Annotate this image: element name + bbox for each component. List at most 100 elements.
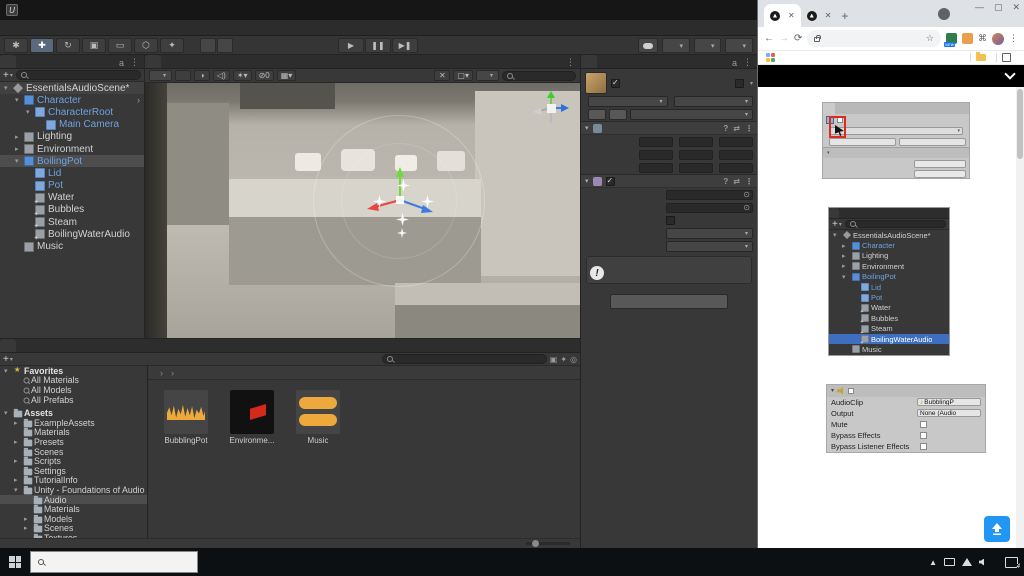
rotation-y-field[interactable] xyxy=(679,150,713,160)
component-menu-icon[interactable]: ⋮ xyxy=(745,124,753,133)
tree-row[interactable]: Bubbles xyxy=(829,313,949,323)
expand-arrow-icon[interactable]: ▾ xyxy=(833,231,842,239)
tree-row[interactable]: Main Camera xyxy=(0,119,144,131)
tree-row[interactable]: ▸ Environment xyxy=(829,261,949,271)
profile-avatar[interactable] xyxy=(992,33,1004,45)
create-add-button[interactable]: + xyxy=(3,70,13,81)
scrollbar-thumb[interactable] xyxy=(1017,89,1023,159)
hand-tool-icon[interactable]: ✱ xyxy=(4,38,28,53)
tree-row[interactable]: All Materials xyxy=(0,376,147,386)
apps-grid-icon[interactable] xyxy=(766,53,775,62)
controller-object-field[interactable] xyxy=(666,190,753,200)
transform-tool-icon[interactable]: ⬡ xyxy=(134,38,158,53)
overrides-dropdown[interactable] xyxy=(630,109,753,120)
close-button[interactable]: ✕ xyxy=(1012,2,1020,13)
cloud-services-icon[interactable] xyxy=(638,38,658,53)
lock-icon[interactable]: a xyxy=(732,58,737,68)
account-dropdown[interactable] xyxy=(662,38,690,53)
asset-item[interactable]: Music xyxy=(290,390,346,445)
expand-arrow-icon[interactable]: ▾ xyxy=(4,367,13,375)
tree-row[interactable]: ▾ Favorites xyxy=(0,366,147,376)
pause-button[interactable]: ❚❚ xyxy=(365,38,391,53)
action-center-icon[interactable] xyxy=(1005,557,1018,568)
expand-arrow-icon[interactable]: ▸ xyxy=(14,457,23,465)
avatar-object-field[interactable] xyxy=(666,203,753,213)
scroll-to-top-button[interactable] xyxy=(984,516,1010,542)
pivot-mode-button[interactable] xyxy=(200,38,216,53)
tree-row[interactable]: Materials xyxy=(0,428,147,438)
start-button[interactable] xyxy=(0,548,30,576)
tree-row[interactable]: ▾ Character › xyxy=(0,94,144,106)
expand-arrow-icon[interactable]: ▸ xyxy=(15,133,24,141)
2d-toggle[interactable] xyxy=(175,70,191,81)
tree-row[interactable]: BoilingWaterAudio xyxy=(0,228,144,240)
tree-row[interactable]: ▸ Models xyxy=(0,514,147,524)
tree-row[interactable]: Bubbles xyxy=(0,204,144,216)
console-tab[interactable] xyxy=(16,339,32,352)
presets-icon[interactable]: ⇄ xyxy=(733,177,740,186)
expand-arrow-icon[interactable]: ▸ xyxy=(14,438,23,446)
forward-icon[interactable]: → xyxy=(779,33,789,44)
tree-row[interactable]: ▸ Environment xyxy=(0,143,144,155)
tree-row[interactable]: Lid xyxy=(0,167,144,179)
expand-arrow-icon[interactable]: ▾ xyxy=(842,273,851,281)
tree-row[interactable]: Settings xyxy=(0,466,147,476)
volume-tray-icon[interactable] xyxy=(979,559,984,566)
position-x-field[interactable] xyxy=(639,137,673,147)
static-dropdown[interactable] xyxy=(735,79,753,88)
browser-tab-active[interactable]: ✕ xyxy=(764,4,801,27)
tree-row[interactable]: Water xyxy=(0,192,144,204)
hidden-packages-icon[interactable]: ◎ xyxy=(570,355,577,364)
taskbar-search-input[interactable] xyxy=(49,557,159,568)
add-component-button[interactable] xyxy=(610,294,728,309)
layout-dropdown[interactable] xyxy=(725,38,753,53)
tree-row[interactable]: Lid xyxy=(829,282,949,292)
tree-row[interactable]: ▾ Unity - Foundations of Audio xyxy=(0,485,147,495)
static-checkbox[interactable] xyxy=(735,79,744,88)
scale-y-field[interactable] xyxy=(679,163,713,173)
shading-mode-dropdown[interactable] xyxy=(149,70,172,81)
tree-row[interactable]: ▸ ExampleAssets xyxy=(0,418,147,428)
browser-menu-icon[interactable]: ⋮ xyxy=(1009,33,1018,44)
tree-row[interactable]: Scenes xyxy=(0,447,147,457)
expand-arrow-icon[interactable]: ▸ xyxy=(24,515,33,523)
tree-row[interactable]: ▸ Scripts xyxy=(0,456,147,466)
scene-orientation-gizmo[interactable] xyxy=(530,89,572,131)
project-tab[interactable] xyxy=(0,339,16,352)
tree-row[interactable]: Music xyxy=(829,344,949,354)
lighting-toggle-icon[interactable]: ◑ xyxy=(194,70,210,81)
custom-tool-icon[interactable]: ✦ xyxy=(160,38,184,53)
close-tab-icon[interactable]: ✕ xyxy=(788,11,795,20)
scale-tool-icon[interactable]: ▣ xyxy=(82,38,106,53)
tree-row[interactable]: ▾ EssentialsAudioScene* xyxy=(829,230,949,240)
gizmos-dropdown[interactable] xyxy=(476,70,499,81)
camera-dropdown-icon[interactable]: ▢▾ xyxy=(453,70,473,81)
help-icon[interactable]: ? xyxy=(723,124,728,133)
tree-row[interactable]: ▾ EssentialsAudioScene* xyxy=(0,82,144,94)
expand-arrow-icon[interactable]: ▾ xyxy=(4,84,13,92)
browser-scrollbar[interactable] xyxy=(1016,87,1024,548)
reload-icon[interactable]: ⟳ xyxy=(794,33,802,44)
extensions-puzzle-icon[interactable]: ⌘ xyxy=(978,33,987,44)
scale-x-field[interactable] xyxy=(639,163,673,173)
layer-dropdown[interactable] xyxy=(674,96,754,107)
tree-row[interactable]: Steam xyxy=(829,324,949,334)
lock-icon[interactable]: a xyxy=(119,58,124,68)
minimize-button[interactable]: — xyxy=(975,2,984,13)
search-by-type-icon[interactable]: ▣ xyxy=(550,355,558,364)
project-search-input[interactable] xyxy=(382,354,547,364)
scale-z-field[interactable] xyxy=(719,163,753,173)
bookmark-star-icon[interactable]: ☆ xyxy=(926,33,934,44)
expand-arrow-icon[interactable]: ▾ xyxy=(15,96,24,104)
network-tray-icon[interactable] xyxy=(962,558,972,566)
asset-item[interactable]: Environme... xyxy=(224,390,280,445)
expand-arrow-icon[interactable]: ▾ xyxy=(26,108,35,116)
handle-space-button[interactable] xyxy=(217,38,233,53)
tag-dropdown[interactable] xyxy=(588,96,668,107)
taskbar-search[interactable] xyxy=(30,551,198,573)
tree-row[interactable]: Water xyxy=(829,303,949,313)
extension-icon[interactable] xyxy=(962,33,973,44)
move-tool-icon[interactable]: ✚ xyxy=(30,38,54,53)
component-menu-icon[interactable]: ⋮ xyxy=(745,177,753,186)
expand-arrow-icon[interactable]: ▸ xyxy=(842,242,851,250)
